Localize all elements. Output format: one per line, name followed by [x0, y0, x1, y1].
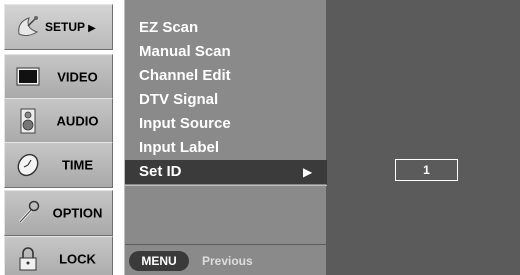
menu-item-ez-scan[interactable]: EZ Scan — [139, 16, 198, 40]
sidebar-item-label: TIME — [61, 157, 94, 173]
submenu-footer: MENU Previous — [125, 245, 327, 275]
speaker-icon — [20, 108, 36, 134]
sidebar-item-lock[interactable]: LOCK — [4, 236, 113, 275]
separator-gap — [113, 0, 124, 275]
sidebar-item-label: SETUP ▶ — [45, 20, 96, 34]
menu-item-set-id[interactable]: Set ID — [139, 160, 182, 184]
satellite-dish-icon — [18, 16, 39, 37]
sidebar-item-label: AUDIO — [56, 113, 99, 129]
divider — [125, 185, 327, 186]
sidebar-item-video[interactable]: VIDEO — [4, 54, 113, 100]
main-menu-sidebar: SETUP ▶ VIDEO AUDIO TIME OPTION LOCK — [0, 0, 113, 275]
menu-item-manual-scan[interactable]: Manual Scan — [139, 40, 231, 64]
sidebar-item-option[interactable]: OPTION — [4, 190, 113, 236]
sidebar-item-time[interactable]: TIME — [4, 142, 113, 188]
previous-label: Previous — [202, 254, 253, 268]
menu-item-input-label[interactable]: Input Label — [139, 136, 219, 160]
clock-icon — [17, 153, 39, 177]
menu-item-dtv-signal[interactable]: DTV Signal — [139, 88, 218, 112]
sidebar-item-setup[interactable]: SETUP ▶ — [4, 4, 113, 50]
set-id-panel: 1 — [327, 0, 520, 275]
sidebar-item-audio[interactable]: AUDIO — [4, 98, 113, 144]
wrench-icon — [18, 200, 40, 224]
sidebar-item-label: LOCK — [59, 251, 96, 267]
submenu-arrow-icon: ▶ — [303, 165, 313, 179]
padlock-icon — [19, 247, 37, 271]
set-id-value-field[interactable]: 1 — [395, 159, 458, 181]
menu-item-channel-edit[interactable]: Channel Edit — [139, 64, 231, 88]
setup-submenu: EZ Scan Manual Scan Channel Edit DTV Sig… — [124, 0, 327, 275]
monitor-icon — [16, 67, 40, 86]
menu-item-input-source[interactable]: Input Source — [139, 112, 231, 136]
submenu-arrow-icon: ▶ — [88, 23, 96, 34]
sidebar-item-label: OPTION — [52, 205, 103, 221]
menu-button[interactable]: MENU — [129, 251, 189, 271]
sidebar-item-label: VIDEO — [57, 69, 98, 85]
